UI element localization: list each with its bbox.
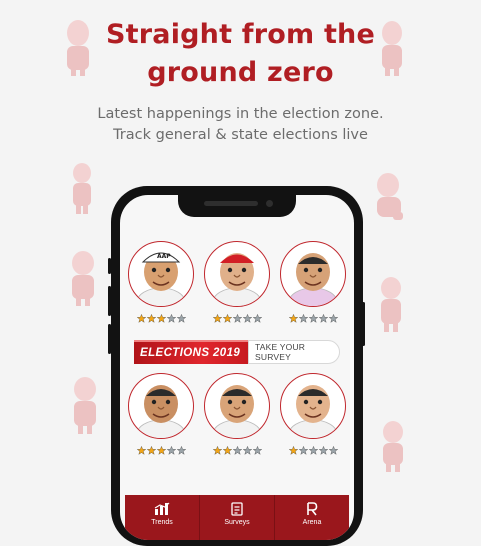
take-survey-button[interactable]: TAKE YOUR SURVEY xyxy=(248,340,340,364)
leader-card[interactable]: AAP xyxy=(127,241,195,323)
leader-avatar xyxy=(204,373,270,439)
caricature-decoration xyxy=(72,251,94,306)
star-icon xyxy=(176,446,186,455)
leader-card[interactable] xyxy=(127,373,195,455)
star-icon xyxy=(298,446,308,455)
subtitle-line-2: Track general & state elections live xyxy=(113,127,368,143)
star-icon xyxy=(222,314,232,323)
elections-2019-label: ELECTIONS 2019 xyxy=(134,340,248,364)
star-icon xyxy=(242,314,252,323)
star-icon xyxy=(136,446,146,455)
caricature-portrait xyxy=(136,385,186,438)
star-icon xyxy=(298,314,308,323)
star-icon xyxy=(308,314,318,323)
star-rating xyxy=(136,446,186,455)
star-rating xyxy=(212,446,262,455)
caricature-decoration xyxy=(74,377,96,434)
caricature-portrait xyxy=(212,385,262,438)
star-rating xyxy=(288,446,338,455)
caricature-portrait xyxy=(288,253,338,306)
subtitle: Latest happenings in the election zone. … xyxy=(0,104,481,146)
tab-trends[interactable]: Trends xyxy=(125,495,200,540)
leader-avatar xyxy=(280,241,346,307)
caricature-portrait xyxy=(288,385,338,438)
tab-label: Surveys xyxy=(224,519,250,526)
svg-text:AAP: AAP xyxy=(157,253,171,260)
leader-avatar xyxy=(204,241,270,307)
leader-avatar xyxy=(128,373,194,439)
leader-row-top: AAP xyxy=(120,241,354,323)
star-icon xyxy=(252,446,262,455)
star-icon xyxy=(146,446,156,455)
elections-survey-banner[interactable]: ELECTIONS 2019 TAKE YOUR SURVEY xyxy=(134,340,340,364)
leader-card[interactable] xyxy=(279,373,347,455)
leader-card[interactable] xyxy=(203,241,271,323)
leader-row-bottom xyxy=(120,373,354,455)
star-icon xyxy=(328,446,338,455)
tab-surveys[interactable]: Surveys xyxy=(200,495,275,540)
tab-label: Arena xyxy=(302,519,322,526)
bottom-tab-bar: Trends Surveys Arena xyxy=(125,495,349,540)
phone-mockup: AAP ELECTIONS 2019 TAKE YOUR SURVEY Tren… xyxy=(111,186,363,546)
arena-icon xyxy=(307,502,318,516)
star-icon xyxy=(176,314,186,323)
star-icon xyxy=(166,446,176,455)
star-icon xyxy=(308,446,318,455)
headline: Straight from the ground zero xyxy=(0,16,481,92)
star-icon xyxy=(318,446,328,455)
caricature-portrait xyxy=(212,253,262,306)
star-icon xyxy=(136,314,146,323)
star-icon xyxy=(318,314,328,323)
star-icon xyxy=(252,314,262,323)
phone-notch xyxy=(178,195,296,217)
headline-line-2: ground zero xyxy=(147,57,334,88)
star-icon xyxy=(166,314,176,323)
phone-screen: AAP ELECTIONS 2019 TAKE YOUR SURVEY Tren… xyxy=(120,195,354,540)
star-icon xyxy=(328,314,338,323)
star-rating xyxy=(288,314,338,323)
star-icon xyxy=(212,446,222,455)
leader-avatar xyxy=(280,373,346,439)
tab-arena[interactable]: Arena xyxy=(275,495,349,540)
front-camera xyxy=(266,200,273,207)
speaker-grille xyxy=(204,201,258,206)
star-icon xyxy=(242,446,252,455)
headline-line-1: Straight from the xyxy=(106,19,375,50)
trends-icon xyxy=(154,502,170,515)
star-icon xyxy=(156,314,166,323)
star-icon xyxy=(288,446,298,455)
star-icon xyxy=(222,446,232,455)
star-icon xyxy=(156,446,166,455)
surveys-icon xyxy=(231,502,243,516)
star-icon xyxy=(288,314,298,323)
subtitle-line-1: Latest happenings in the election zone. xyxy=(97,106,384,122)
star-icon xyxy=(232,314,242,323)
leader-card[interactable] xyxy=(279,241,347,323)
caricature-decoration xyxy=(381,277,401,332)
leader-avatar: AAP xyxy=(128,241,194,307)
caricature-decoration xyxy=(73,163,91,214)
tab-label: Trends xyxy=(151,519,173,526)
star-icon xyxy=(232,446,242,455)
caricature-decoration xyxy=(377,173,403,220)
caricature-portrait: AAP xyxy=(136,252,186,306)
leader-card[interactable] xyxy=(203,373,271,455)
star-rating xyxy=(212,314,262,323)
star-icon xyxy=(146,314,156,323)
star-icon xyxy=(212,314,222,323)
star-rating xyxy=(136,314,186,323)
caricature-decoration xyxy=(383,421,403,472)
